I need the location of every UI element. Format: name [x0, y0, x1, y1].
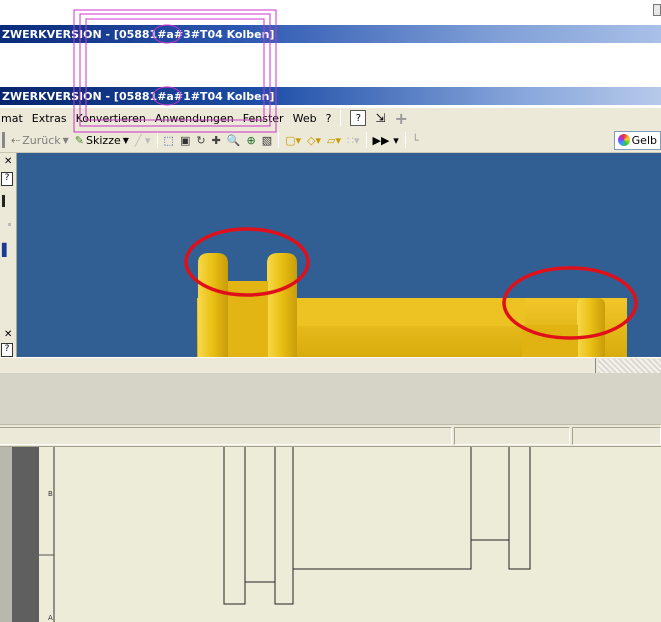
arrow-back-icon: ⇠ — [11, 133, 21, 147]
color-select-label: Gelb — [631, 133, 657, 147]
outer-window-title: ZWERKVERSION - [05881#a#3#T04 Kolben] — [2, 27, 275, 41]
outline-left-tab-1 — [223, 447, 246, 605]
inner-window-title: ZWERKVERSION - [05881#a#1#T04 Kolben] — [2, 89, 275, 103]
plus-icon[interactable]: + — [394, 109, 407, 128]
menu-item-konvertieren[interactable]: Konvertieren — [76, 112, 146, 125]
project-icon[interactable]: └ — [412, 134, 419, 147]
drawing-view — [39, 447, 531, 622]
menu-item-extras[interactable]: Extras — [32, 112, 67, 125]
flag-icon[interactable]: ▌ — [2, 243, 11, 257]
plane-icon[interactable]: ▱▾ — [327, 134, 341, 147]
chevron-down-icon: ▼ — [62, 135, 69, 145]
help-icon[interactable]: ? — [1, 343, 13, 357]
extrude-icon[interactable]: ▢▾ — [285, 134, 301, 147]
status-bar — [0, 425, 661, 447]
status-cell-3 — [572, 427, 661, 445]
empty-panel — [0, 373, 661, 425]
toolbar-separator — [278, 132, 280, 148]
orbit-icon[interactable]: ⊕ — [247, 134, 256, 147]
help-icon[interactable]: ? — [350, 110, 367, 126]
color-select[interactable]: Gelb — [613, 130, 661, 150]
zoom-window-icon[interactable]: ▣ — [180, 134, 190, 147]
menu-item-web[interactable]: Web — [293, 112, 317, 125]
status-cell-main — [0, 427, 452, 445]
toolbar-separator — [156, 132, 158, 148]
part-recess-wall — [287, 298, 525, 326]
pencil-disabled-icon[interactable]: ╱ ▾ — [135, 134, 151, 147]
menu-item-anwendungen[interactable]: Anwendungen — [155, 112, 234, 125]
row-label-a: A — [48, 614, 53, 622]
menu-bar: mat Extras Konvertieren Anwendungen Fens… — [0, 108, 661, 128]
sketch-icon: ✎ — [74, 133, 85, 147]
menu-item-help[interactable]: ? — [326, 112, 332, 125]
outline-left-tab-2 — [274, 447, 294, 605]
menu-item-fenster[interactable]: Fenster — [243, 112, 284, 125]
panel-marker-icon — [2, 195, 5, 207]
scrollbar-track[interactable] — [0, 358, 596, 374]
part-right-tab — [577, 298, 605, 357]
back-button-label: Zurück — [22, 133, 61, 147]
color-swatch-icon — [617, 134, 630, 146]
part-outline — [223, 447, 531, 605]
part-left-tab-2 — [267, 253, 297, 357]
close-icon[interactable]: ✕ — [4, 329, 12, 340]
row-label-b: B — [48, 490, 53, 498]
sidebar-dot — [8, 223, 11, 226]
view-icon[interactable]: ▧ — [262, 134, 272, 147]
toolbar-handle — [2, 132, 5, 148]
part-render — [184, 227, 638, 357]
rotate-icon[interactable]: ↻ — [196, 134, 205, 147]
pan-icon[interactable]: ✚ — [212, 134, 221, 147]
toolbar-separator — [404, 132, 406, 148]
status-cell-2 — [454, 427, 570, 445]
outline-right-tab — [508, 447, 531, 570]
menu-item-format[interactable]: mat — [1, 112, 23, 125]
window-restore-icon[interactable] — [653, 4, 661, 16]
help-icon[interactable]: ? — [1, 172, 13, 186]
toolbar-separator — [365, 132, 367, 148]
scrollbar-grip[interactable] — [598, 359, 661, 373]
sketch-button[interactable]: ✎ Skizze ▼ — [75, 134, 129, 147]
chevron-down-icon: ▼ — [122, 135, 129, 145]
finish-sketch-icon[interactable]: ▶▶ ▾ — [373, 134, 399, 147]
zoom-icon[interactable]: 🔍 — [227, 134, 241, 147]
revolve-icon[interactable]: ◇▾ — [307, 134, 321, 147]
main-toolbar: ⇠ Zurück ▼ ✎ Skizze ▼ ╱ ▾ ⬚ ▣ ↻ ✚ 🔍 ⊕ ▧ … — [0, 128, 661, 153]
close-icon[interactable]: ✕ — [4, 156, 12, 167]
back-button[interactable]: ⇠ Zurück ▼ — [11, 134, 69, 147]
menu-separator — [340, 110, 342, 126]
outer-window-title-bar: ZWERKVERSION - [05881#a#3#T04 Kolben] — [0, 25, 661, 43]
zoom-all-icon[interactable]: ⬚ — [164, 134, 174, 147]
browser-panel-edge: ✕ ? ▌ ✕ ? — [0, 153, 17, 357]
white-header-area — [0, 0, 661, 25]
part-left-tab-1 — [198, 253, 228, 357]
sketch-button-label: Skizze — [86, 133, 121, 147]
outline-body — [293, 539, 509, 570]
pattern-icon[interactable]: ∷▾ — [347, 134, 360, 147]
viewport-horizontal-scrollbar[interactable] — [0, 357, 661, 374]
context-help-icon[interactable]: ⇲ — [375, 111, 385, 125]
3d-viewport[interactable] — [17, 153, 661, 357]
drawing-sheet[interactable]: B A — [0, 447, 661, 622]
inner-window-title-bar: ZWERKVERSION - [05881#a#1#T04 Kolben] — [0, 87, 661, 105]
